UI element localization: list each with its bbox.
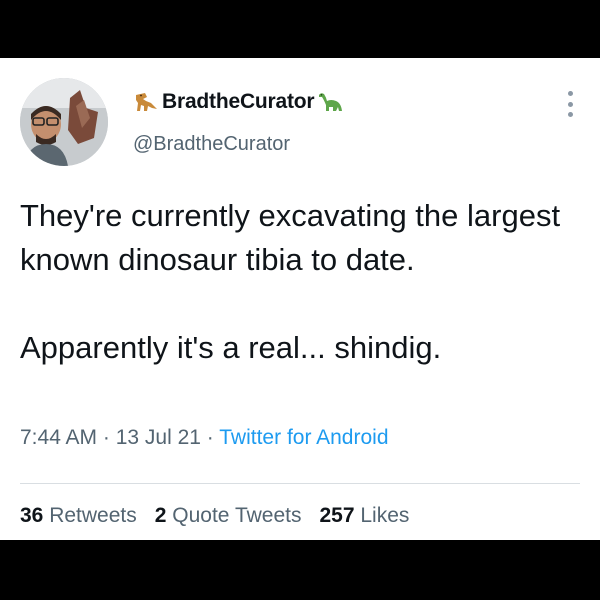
sauropod-icon (319, 93, 343, 111)
t-rex-icon (136, 93, 157, 111)
author-name-row[interactable]: BradtheCurator (133, 90, 343, 114)
tweet-meta: 7:44 AM · 13 Jul 21 · Twitter for Androi… (20, 426, 389, 450)
avatar[interactable] (20, 78, 108, 166)
retweets-count: 36 (20, 504, 44, 527)
divider (20, 483, 580, 484)
avatar-photo-icon (20, 78, 108, 166)
tweet-card: BradtheCurator @BradtheCurator They're c… (0, 58, 600, 540)
tweet-text: They're currently excavating the largest… (20, 194, 580, 370)
more-dot (567, 91, 573, 96)
quote-tweets-stat[interactable]: 2 Quote Tweets (155, 504, 302, 528)
likes-count: 257 (319, 504, 355, 527)
author-handle[interactable]: @BradtheCurator (133, 133, 290, 156)
more-options-icon[interactable] (566, 91, 574, 117)
more-dot (567, 101, 573, 107)
likes-label: Likes (360, 504, 410, 527)
quote-tweets-count: 2 (154, 504, 167, 527)
tweet-source-link[interactable]: Twitter for Android (219, 426, 388, 449)
tweet-date[interactable]: 13 Jul 21 (116, 426, 201, 449)
meta-separator: · (97, 426, 116, 449)
meta-separator: · (200, 426, 220, 449)
quote-tweets-label: Quote Tweets (172, 504, 302, 527)
tweet-paragraph-2: Apparently it's a real... shindig. (20, 330, 442, 365)
tweet-stats: 36 Retweets 2 Quote Tweets 257 Likes (20, 504, 409, 528)
likes-stat[interactable]: 257 Likes (319, 504, 409, 528)
tweet-time[interactable]: 7:44 AM (20, 426, 97, 449)
retweets-stat[interactable]: 36 Retweets (20, 504, 137, 528)
more-dot (567, 112, 573, 117)
tweet-paragraph-1: They're currently excavating the largest… (20, 198, 561, 277)
retweets-label: Retweets (49, 504, 137, 527)
display-name[interactable]: BradtheCurator (162, 90, 315, 114)
